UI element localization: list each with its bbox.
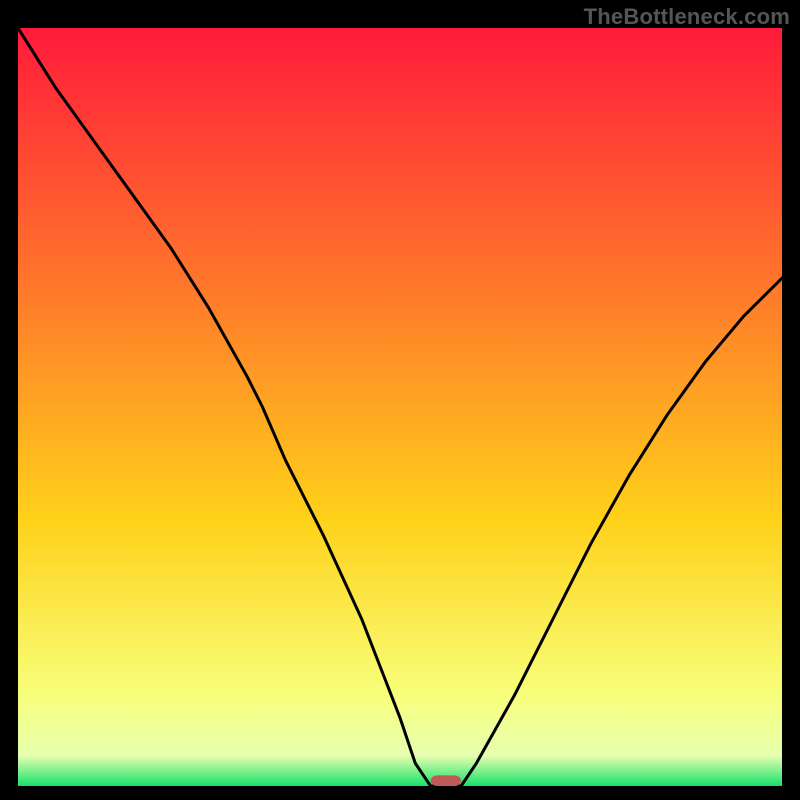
- chart-stage: TheBottleneck.com: [0, 0, 800, 800]
- plot-area: [18, 28, 782, 786]
- minimum-marker: [431, 775, 462, 786]
- bottleneck-chart: [18, 28, 782, 786]
- watermark-text: TheBottleneck.com: [584, 4, 790, 30]
- gradient-background: [18, 28, 782, 786]
